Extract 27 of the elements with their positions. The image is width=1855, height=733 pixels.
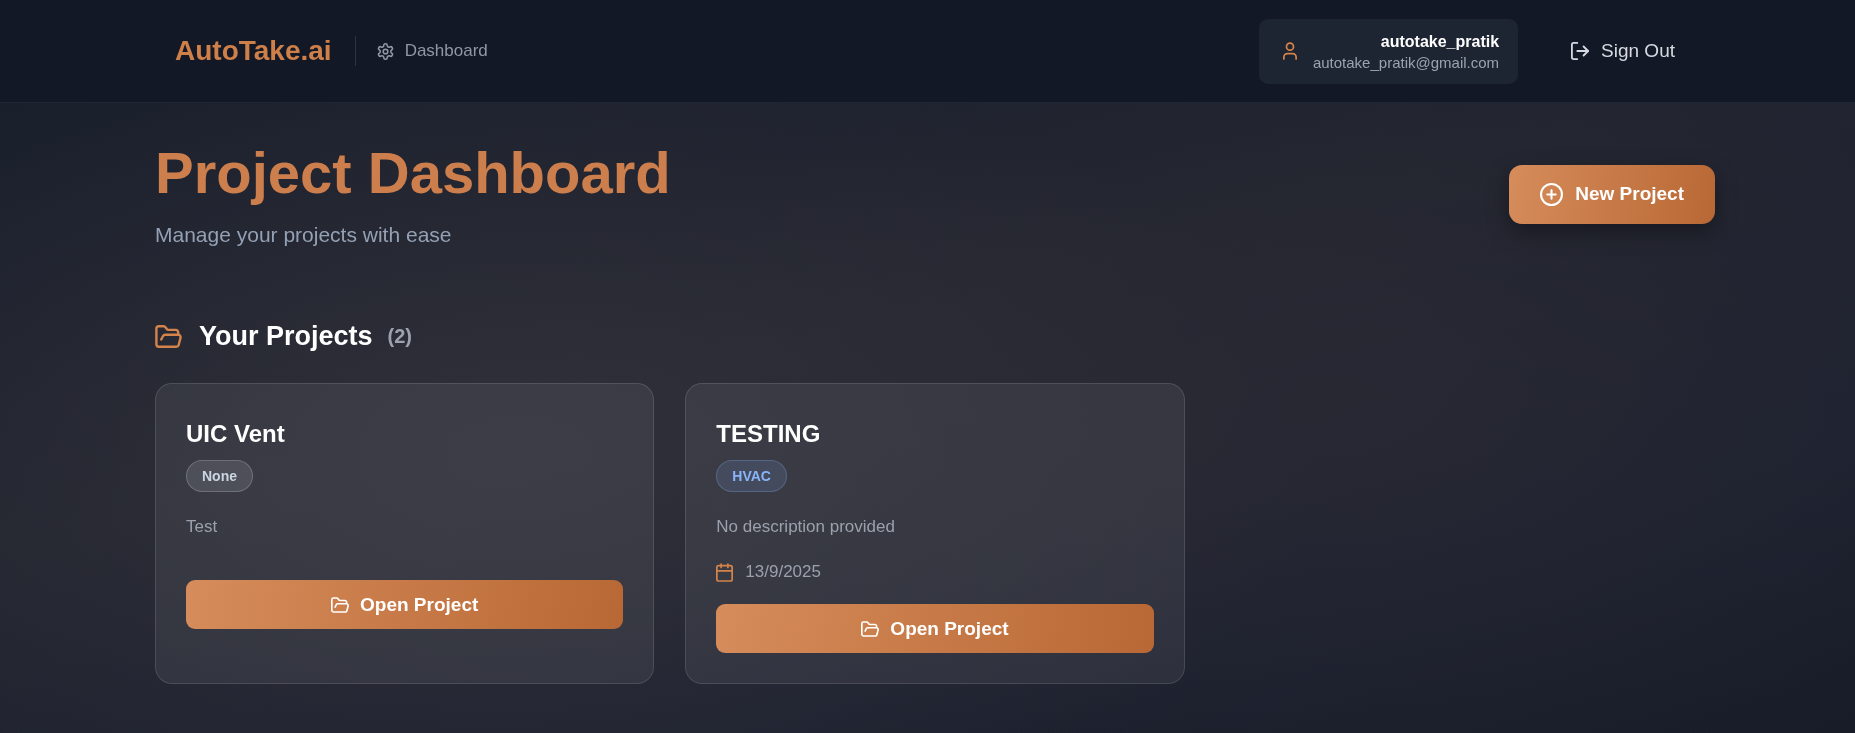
folder-icon	[155, 324, 182, 348]
project-date: 13/9/2025	[745, 561, 821, 583]
logo-text: AutoTake.ai	[175, 34, 332, 68]
open-project-button[interactable]: Open Project	[716, 604, 1154, 653]
calendar-icon	[716, 562, 734, 582]
person-icon	[1282, 42, 1297, 60]
category-tag: None	[186, 460, 253, 492]
category-tag: HVAC	[716, 460, 787, 492]
project-name: UIC Vent	[186, 419, 286, 449]
sign-out-button[interactable]: Sign Out	[1556, 31, 1690, 71]
user-email: autotake_pratik@gmail.com	[1312, 52, 1500, 72]
plus-circle-icon	[1540, 182, 1564, 206]
user-name: autotake_pratik	[1380, 31, 1500, 52]
page-subtitle: Manage your projects with ease	[155, 222, 453, 248]
project-description: No description provided	[716, 516, 896, 538]
new-project-button[interactable]: New Project	[1509, 164, 1715, 224]
folder-icon	[861, 620, 880, 637]
logout-icon	[1571, 42, 1590, 60]
project-description: Test	[186, 516, 219, 538]
page-title: Project Dashboard	[155, 139, 671, 207]
settings-icon	[376, 42, 394, 60]
section-title: Your Projects	[199, 320, 373, 353]
project-count: (2)	[387, 324, 412, 348]
folder-icon	[331, 596, 350, 613]
project-name: TESTING	[716, 419, 822, 449]
open-project-button[interactable]: Open Project	[186, 580, 624, 629]
dashboard-link[interactable]: Dashboard	[376, 40, 488, 62]
